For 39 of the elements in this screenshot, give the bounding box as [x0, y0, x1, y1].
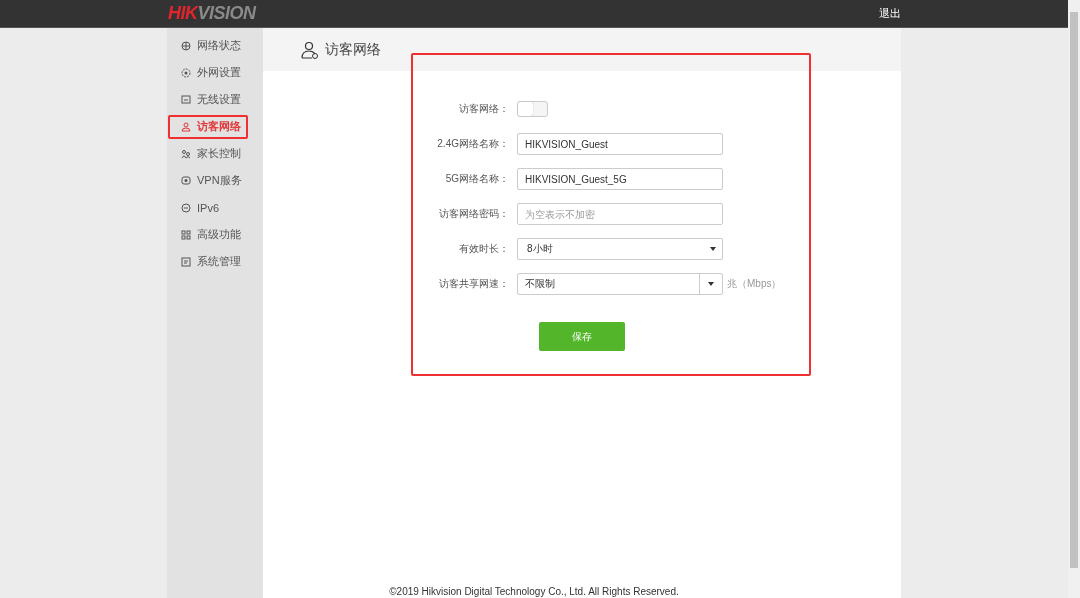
caret-icon — [710, 247, 716, 251]
field-label: 有效时长： — [458, 242, 510, 256]
input-field[interactable]: HIKVISION_Guest — [517, 133, 723, 155]
logo: HIKVISION — [168, 3, 256, 24]
circle-icon — [181, 202, 191, 213]
sidebar-item[interactable]: 系统管理 — [168, 249, 248, 274]
user-icon — [181, 121, 191, 132]
toggle-switch[interactable] — [517, 101, 548, 117]
field-label: 访客共享网速： — [438, 277, 510, 291]
sidebar-item[interactable]: 无线设置 — [168, 87, 248, 112]
gear-icon — [181, 67, 191, 78]
grid-icon — [181, 229, 191, 240]
sidebar-item[interactable]: 网络状态 — [168, 33, 248, 58]
field-label: 5G网络名称： — [444, 172, 510, 186]
sidebar-item[interactable]: VPN服务 — [168, 168, 248, 193]
field-label: 访客网络密码： — [438, 207, 510, 221]
copyright-text: ©2019 Hikvision Digital Technology Co., Ltd. All Rights Reserved. — [388, 586, 680, 598]
select-field[interactable]: 8小时 — [517, 238, 723, 260]
sidebar-item[interactable]: 高级功能 — [168, 222, 248, 247]
input-field[interactable]: 为空表示不加密 — [517, 203, 723, 225]
page-title: 访客网络 — [325, 40, 381, 59]
shield-icon — [181, 175, 191, 186]
monitor-icon — [181, 94, 191, 105]
input-field[interactable]: HIKVISION_Guest_5G — [517, 168, 723, 190]
unit-label: 兆（Mbps） — [727, 277, 782, 291]
sidebar-item[interactable]: 访客网络 — [168, 114, 248, 139]
scrollbar[interactable] — [1068, 0, 1080, 598]
globe-icon — [181, 40, 191, 51]
field-label: 2.4G网络名称： — [436, 137, 510, 151]
logout-link[interactable]: 退出 — [879, 6, 901, 21]
sidebar-item[interactable]: 家长控制 — [168, 141, 248, 166]
sidebar-item[interactable]: IPv6 — [168, 195, 248, 220]
sidebar-item[interactable]: 外网设置 — [168, 60, 248, 85]
people-icon — [181, 148, 191, 159]
caret-icon — [708, 282, 714, 286]
combo-field[interactable]: 不限制 — [517, 273, 723, 295]
panel-icon — [181, 256, 191, 267]
user-icon — [301, 40, 319, 59]
field-label: 访客网络： — [458, 102, 510, 116]
